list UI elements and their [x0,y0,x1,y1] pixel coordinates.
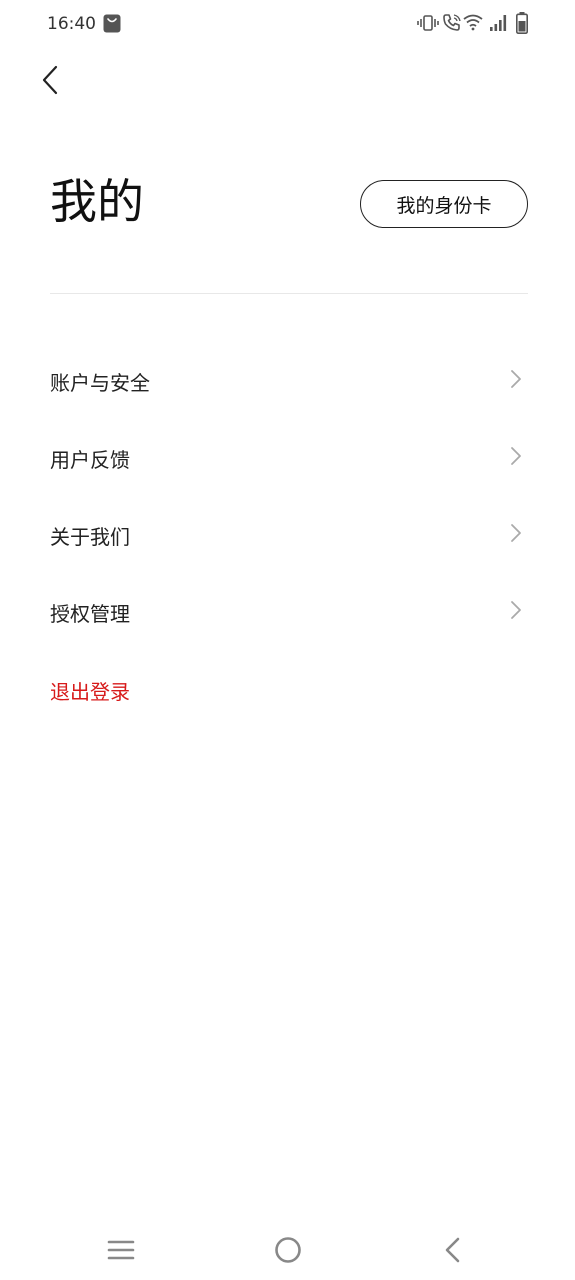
shopping-bag-icon [103,14,121,37]
logout-button[interactable]: 退出登录 [50,660,528,720]
menu-item-user-feedback[interactable]: 用户反馈 [50,428,528,488]
menu-item-about-us[interactable]: 关于我们 [50,505,528,565]
chevron-right-icon [508,522,528,548]
menu-item-label: 关于我们 [50,524,130,549]
menu-item-label: 授权管理 [50,601,130,626]
home-icon[interactable] [273,1235,303,1269]
wifi-icon [463,14,483,35]
back-icon[interactable] [439,1235,467,1269]
status-time: 16:40 [47,14,96,34]
vibrate-icon [417,14,439,36]
chevron-right-icon [508,599,528,625]
divider [50,293,528,294]
page-title: 我的 [50,175,144,230]
wifi-calling-icon [442,13,462,37]
menu-icon[interactable] [106,1236,136,1268]
menu-item-label: 账户与安全 [50,370,150,395]
my-id-card-button[interactable]: 我的身份卡 [360,180,528,228]
logout-label: 退出登录 [50,679,130,704]
chevron-right-icon [508,368,528,394]
menu-item-account-security[interactable]: 账户与安全 [50,351,528,411]
chevron-right-icon [508,445,528,471]
back-button[interactable] [36,60,68,100]
system-nav-bar [0,1220,575,1280]
menu-item-authorization[interactable]: 授权管理 [50,582,528,642]
signal-icon [490,15,508,35]
menu-item-label: 用户反馈 [50,447,130,472]
status-bar: 16:40 [0,0,575,48]
battery-icon [516,12,528,38]
chevron-left-icon [36,65,68,104]
